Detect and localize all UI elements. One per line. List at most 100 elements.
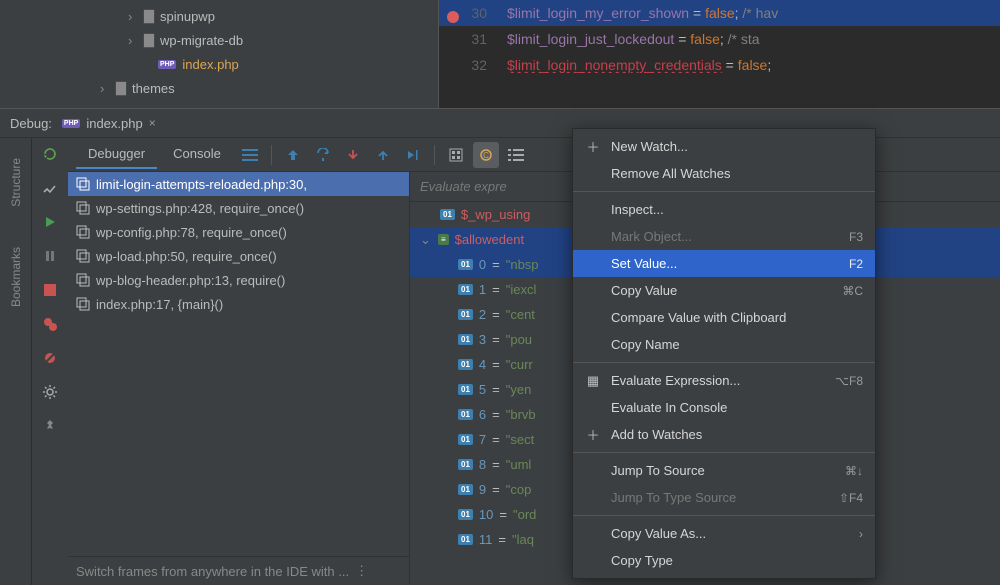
frame-row[interactable]: limit-login-attempts-reloaded.php:30, — [68, 172, 409, 196]
project-tree[interactable]: › ▇ spinupwp › ▇ wp-migrate-db PHP index… — [0, 0, 438, 108]
run-to-cursor-button[interactable] — [400, 142, 426, 168]
menu-inspect[interactable]: Inspect... — [573, 196, 875, 223]
bookmarks-tab[interactable]: Bookmarks — [9, 247, 23, 307]
var-key: 7 — [479, 432, 486, 447]
tab-console[interactable]: Console — [161, 140, 233, 169]
frame-row[interactable]: wp-settings.php:428, require_once() — [68, 196, 409, 220]
menu-remove-watches[interactable]: Remove All Watches — [573, 160, 875, 187]
watch-list-icon[interactable] — [503, 142, 529, 168]
trace-icon[interactable]: C — [473, 142, 499, 168]
menu-copy-value[interactable]: Copy Value⌘C — [573, 277, 875, 304]
tree-label: index.php — [182, 57, 238, 72]
threads-icon[interactable] — [237, 142, 263, 168]
folder-icon: ▇ — [144, 32, 154, 48]
plus-icon: ＋ — [585, 425, 601, 444]
var-value: "brvb — [506, 407, 536, 422]
menu-evaluate-expression[interactable]: ▦Evaluate Expression...⌥F8 — [573, 367, 875, 394]
debug-tab-label: index.php — [86, 116, 142, 131]
menu-compare-clipboard[interactable]: Compare Value with Clipboard — [573, 304, 875, 331]
eval-placeholder: Evaluate expre — [420, 179, 507, 194]
context-menu[interactable]: ＋New Watch... Remove All Watches Inspect… — [572, 128, 876, 579]
step-out-button[interactable] — [370, 142, 396, 168]
frame-text: wp-blog-header.php:13, require() — [96, 273, 285, 288]
var-key: 9 — [479, 482, 486, 497]
var-value: "nbsp — [506, 257, 539, 272]
settings-button[interactable] — [40, 178, 60, 198]
frame-row[interactable]: wp-blog-header.php:13, require() — [68, 268, 409, 292]
type-badge: 01 — [458, 509, 473, 520]
frame-text: wp-config.php:78, require_once() — [96, 225, 287, 240]
tree-label: themes — [132, 81, 175, 96]
stack-icon — [76, 225, 90, 239]
menu-copy-type[interactable]: Copy Type — [573, 547, 875, 574]
var-key: 0 — [479, 257, 486, 272]
frame-text: limit-login-attempts-reloaded.php:30, — [96, 177, 307, 192]
var-key: 3 — [479, 332, 486, 347]
gear-icon[interactable] — [40, 382, 60, 402]
tree-item-index-php[interactable]: PHP index.php — [100, 52, 438, 76]
tree-item-wp-migrate[interactable]: › ▇ wp-migrate-db — [100, 28, 438, 52]
frames-hint: Switch frames from anywhere in the IDE w… — [68, 556, 409, 585]
php-file-icon: PHP — [158, 60, 176, 69]
menu-set-value[interactable]: Set Value...F2 — [573, 250, 875, 277]
mute-breakpoints-button[interactable] — [40, 348, 60, 368]
folder-icon: ▇ — [116, 80, 126, 96]
type-badge: 01 — [458, 334, 473, 345]
menu-copy-value-as[interactable]: Copy Value As...› — [573, 520, 875, 547]
frame-text: wp-load.php:50, require_once() — [96, 249, 277, 264]
var-name: $allowedent — [455, 232, 524, 247]
var-key: 11 — [479, 532, 493, 547]
chevron-down-icon[interactable]: ⌄ — [420, 232, 432, 248]
menu-new-watch[interactable]: ＋New Watch... — [573, 133, 875, 160]
frame-row[interactable]: wp-load.php:50, require_once() — [68, 244, 409, 268]
svg-text:C: C — [483, 151, 489, 160]
debug-controls — [32, 138, 68, 585]
pin-icon[interactable] — [40, 416, 60, 436]
code-line-30[interactable]: 30 $limit_login_my_error_shown = false; … — [439, 0, 1000, 26]
breakpoint-icon[interactable] — [447, 11, 459, 23]
type-badge: 01 — [458, 409, 473, 420]
resume-button[interactable] — [40, 212, 60, 232]
menu-add-watches[interactable]: ＋Add to Watches — [573, 421, 875, 448]
var-key: 10 — [479, 507, 493, 522]
more-icon[interactable]: ⋮ — [355, 563, 368, 579]
close-icon[interactable]: × — [149, 116, 156, 130]
php-file-icon: PHP — [62, 119, 80, 128]
frame-row[interactable]: index.php:17, {main}() — [68, 292, 409, 316]
frame-row[interactable]: wp-config.php:78, require_once() — [68, 220, 409, 244]
stop-button[interactable] — [40, 280, 60, 300]
type-badge: 01 — [458, 459, 473, 470]
type-badge: 01 — [458, 284, 473, 295]
code-line-31[interactable]: 31 $limit_login_just_lockedout = false; … — [439, 26, 1000, 52]
evaluate-icon[interactable] — [443, 142, 469, 168]
show-execution-point-button[interactable] — [280, 142, 306, 168]
menu-jump-type-source: Jump To Type Source⇧F4 — [573, 484, 875, 511]
view-breakpoints-button[interactable] — [40, 314, 60, 334]
pause-button[interactable] — [40, 246, 60, 266]
rerun-button[interactable] — [40, 144, 60, 164]
folder-icon: ▇ — [144, 8, 154, 24]
stack-icon — [76, 201, 90, 215]
tree-item-themes[interactable]: › ▇ themes — [100, 76, 438, 100]
chevron-right-icon: › — [859, 527, 863, 541]
type-badge: 01 — [458, 309, 473, 320]
tab-debugger[interactable]: Debugger — [76, 140, 157, 169]
var-value: "cop — [506, 482, 532, 497]
debug-tab[interactable]: PHP index.php × — [62, 116, 156, 131]
step-into-button[interactable] — [340, 142, 366, 168]
chevron-right-icon: › — [128, 9, 138, 24]
var-value: "uml — [506, 457, 532, 472]
stack-icon — [76, 273, 90, 287]
structure-tab[interactable]: Structure — [9, 158, 23, 207]
code-line-32[interactable]: 32 $limit_login_nonempty_credentials = f… — [439, 52, 1000, 78]
menu-evaluate-console[interactable]: Evaluate In Console — [573, 394, 875, 421]
menu-copy-name[interactable]: Copy Name — [573, 331, 875, 358]
type-badge: ≡ — [438, 234, 449, 245]
var-value: "yen — [506, 382, 532, 397]
menu-jump-source[interactable]: Jump To Source⌘↓ — [573, 457, 875, 484]
frames-panel[interactable]: limit-login-attempts-reloaded.php:30, wp… — [68, 172, 410, 585]
left-rail: Structure Bookmarks — [0, 138, 32, 585]
tree-item-spinupwp[interactable]: › ▇ spinupwp — [100, 4, 438, 28]
step-over-button[interactable] — [310, 142, 336, 168]
editor[interactable]: 30 $limit_login_my_error_shown = false; … — [438, 0, 1000, 108]
